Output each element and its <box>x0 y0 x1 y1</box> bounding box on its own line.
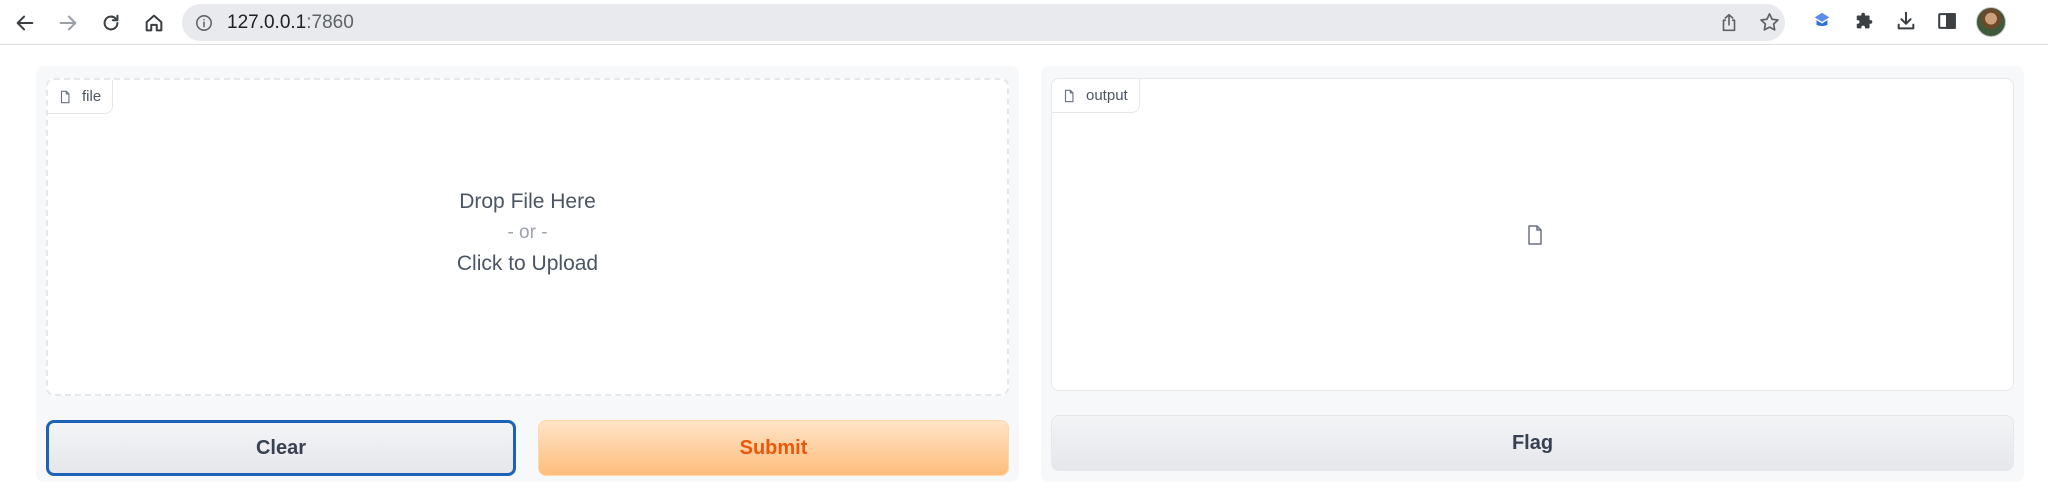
file-upload-dropzone[interactable]: file Drop File Here - or - Click to Uplo… <box>46 78 1009 396</box>
arrow-left-icon <box>16 15 34 31</box>
reload-icon <box>103 14 119 31</box>
file-label: file <box>48 80 114 114</box>
clear-button[interactable]: Clear <box>46 420 516 476</box>
address-bar[interactable]: 127.0.0.1:7860 <box>182 4 1785 41</box>
output-label-text: output <box>1086 87 1128 104</box>
puzzle-icon[interactable] <box>1853 9 1877 33</box>
click-to-upload-text: Click to Upload <box>456 252 599 275</box>
output-panel: output Flag <box>1041 66 2024 482</box>
output-file-box: output <box>1051 78 2014 391</box>
file-icon <box>1064 89 1074 102</box>
download-icon[interactable] <box>1894 9 1918 33</box>
side-panel-icon[interactable] <box>1935 9 1959 33</box>
input-panel: file Drop File Here - or - Click to Uplo… <box>36 66 1019 482</box>
home-icon <box>145 14 163 32</box>
file-label-text: file <box>82 88 102 105</box>
url-port: :7860 <box>306 12 354 33</box>
file-icon <box>60 90 70 103</box>
forward-button[interactable] <box>53 8 83 38</box>
arrow-right-icon <box>59 15 77 31</box>
star-icon[interactable] <box>1758 11 1780 33</box>
url-host: 127.0.0.1 <box>227 12 307 33</box>
home-button[interactable] <box>139 8 169 38</box>
avatar[interactable] <box>1976 7 2006 37</box>
or-text: - or - <box>507 222 548 243</box>
gradio-app: file Drop File Here - or - Click to Uplo… <box>0 46 2048 504</box>
back-button[interactable] <box>10 8 40 38</box>
flag-button[interactable]: Flag <box>1051 415 2014 471</box>
reload-button[interactable] <box>96 8 126 38</box>
empty-file-icon <box>1523 223 1547 247</box>
drop-file-text: Drop File Here <box>459 190 596 213</box>
share-icon[interactable] <box>1718 12 1740 34</box>
url-text[interactable]: 127.0.0.1:7860 <box>227 11 354 34</box>
info-icon[interactable] <box>194 13 214 33</box>
extension-icon[interactable] <box>1810 9 1834 33</box>
browser-toolbar: 127.0.0.1:7860 <box>0 0 2048 45</box>
output-label: output <box>1052 79 1140 113</box>
submit-button[interactable]: Submit <box>538 420 1009 476</box>
